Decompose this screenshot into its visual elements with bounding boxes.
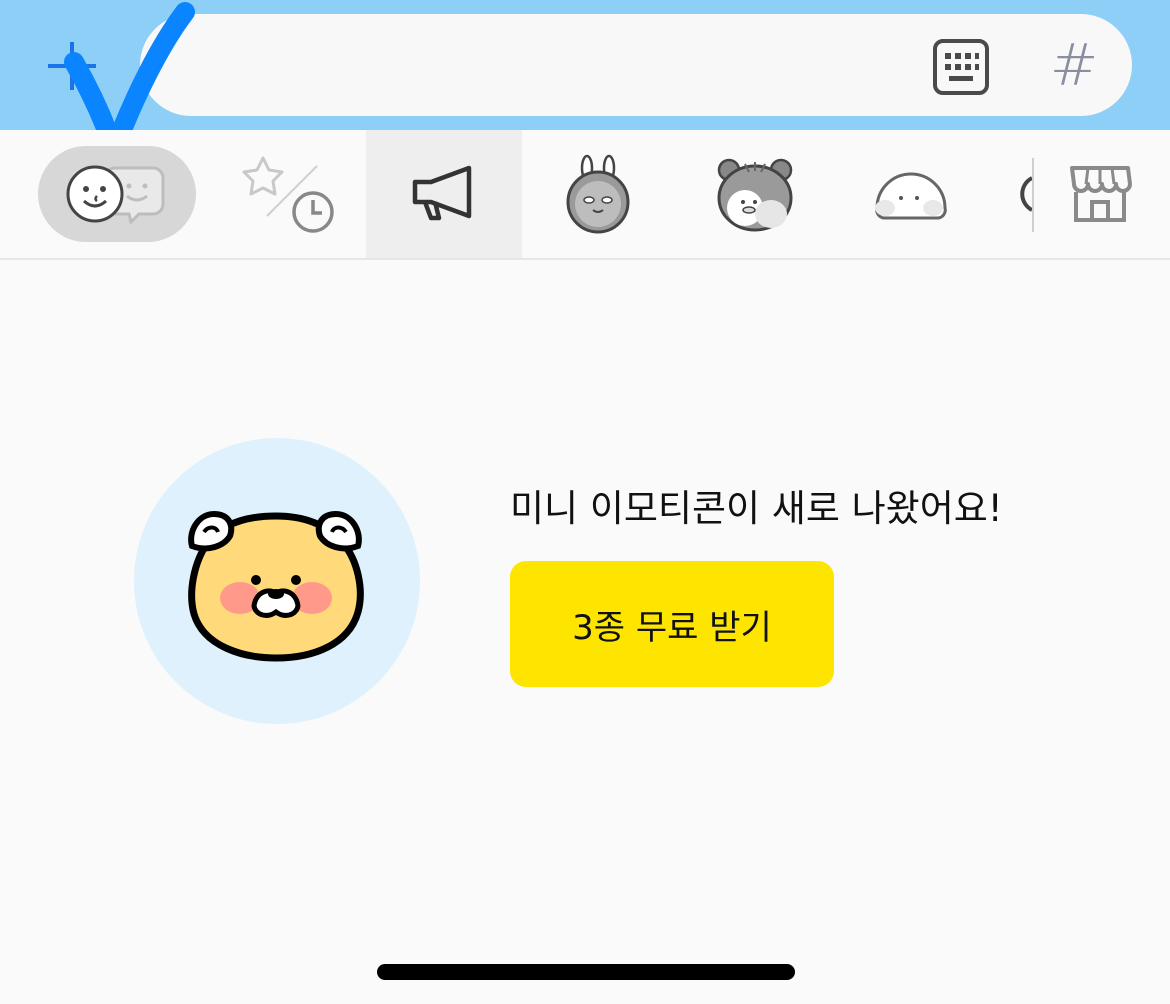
keyboard-icon[interactable] (932, 38, 990, 96)
bear-icon (715, 156, 795, 232)
tab-rabbit-pack[interactable] (556, 130, 640, 258)
promo-message: 미니 이모티콘이 새로 나왔어요! (510, 487, 1003, 530)
home-indicator[interactable] (377, 964, 795, 980)
tab-divider (1032, 158, 1034, 232)
ghost-icon (871, 156, 951, 232)
tab-recent[interactable] (230, 130, 348, 258)
hashtag-button[interactable]: # (1048, 30, 1100, 100)
megaphone-icon (411, 164, 477, 224)
tab-partial-pack[interactable] (1020, 130, 1032, 258)
emoticon-tab-bar (0, 130, 1170, 260)
tab-emoticon[interactable] (38, 130, 196, 258)
tab-ghost-pack[interactable] (866, 130, 956, 258)
tab-notice[interactable] (366, 130, 522, 258)
tab-bear-pack[interactable] (710, 130, 800, 258)
plus-icon[interactable] (44, 38, 100, 94)
rabbit-icon (565, 154, 631, 234)
lion-character-icon (184, 502, 366, 662)
emoji-face-icon (65, 162, 169, 226)
store-icon (1068, 164, 1132, 224)
tab-store[interactable] (1064, 130, 1136, 258)
top-input-bar: # (0, 0, 1170, 130)
star-clock-icon (241, 154, 337, 234)
get-free-emoticons-button[interactable]: 3종 무료 받기 (510, 561, 834, 687)
partial-pack-icon (1020, 164, 1032, 224)
